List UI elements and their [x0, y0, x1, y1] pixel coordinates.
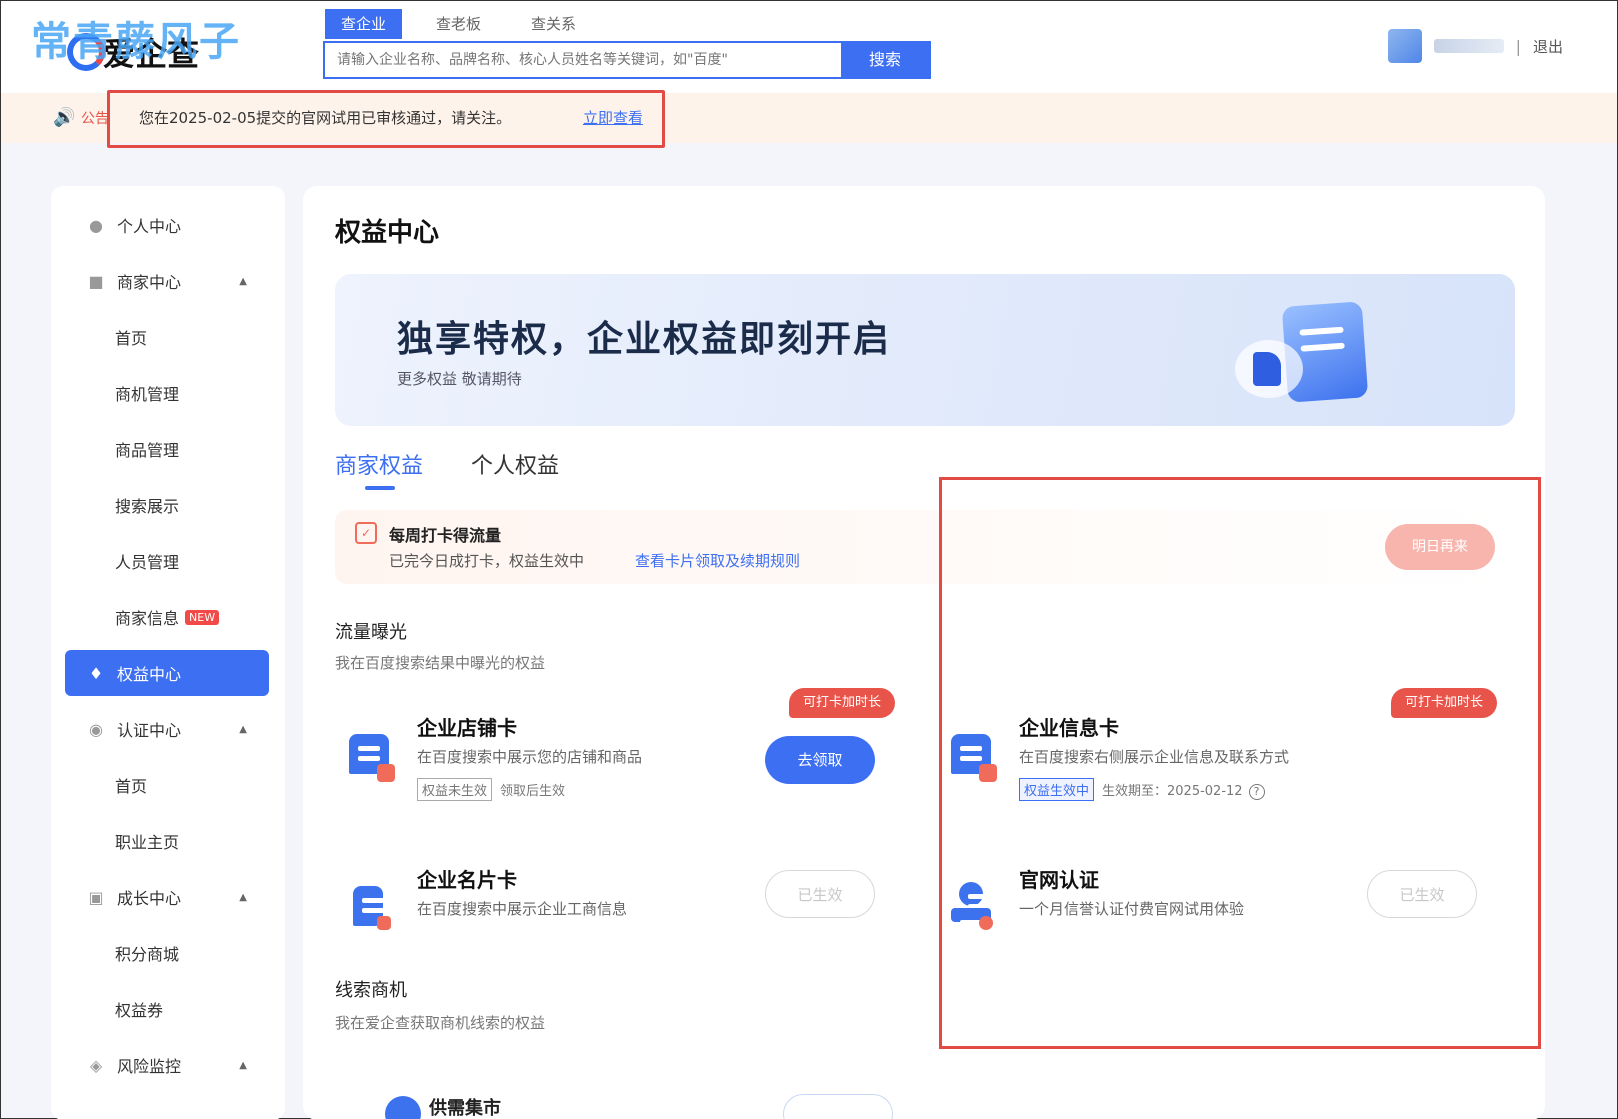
avatar[interactable] — [1387, 29, 1422, 63]
site-logo[interactable]: 爱企查 常青藤风子 — [31, 9, 271, 81]
search-tab-boss[interactable]: 查老板 — [420, 9, 497, 39]
activated-button[interactable]: 已生效 — [765, 870, 875, 918]
user-icon: ● — [89, 215, 103, 235]
checkin-desc: 已完今日成打卡，权益生效中 — [389, 552, 585, 570]
card-title: 企业名片卡 — [417, 868, 517, 892]
notice-text: 您在2025-02-05提交的官网试用已审核通过，请关注。 — [139, 109, 512, 127]
separator: | — [1515, 36, 1521, 56]
search-tab-company[interactable]: 查企业 — [325, 9, 403, 39]
checkin-rules-link[interactable]: 查看卡片领取及续期规则 — [635, 550, 800, 571]
speaker-icon: 🔊 — [53, 107, 76, 128]
store-icon: ■ — [88, 271, 104, 291]
sidebar: ● 个人中心 ■ 商家中心 ▲ 首页 商机管理 商品管理 搜索展示 人员管理 商家信息… — [51, 186, 285, 1119]
benefits-banner: 独享特权，企业权益即刻开启 更多权益 敬请期待 — [335, 274, 1515, 426]
supply-demand-icon — [385, 1096, 421, 1119]
card-status: 权益未生效 领取后生效 — [417, 778, 565, 801]
sidebar-item-cert-center[interactable]: ◉ 认证中心 ▲ — [65, 706, 269, 752]
new-badge: NEW — [185, 609, 220, 625]
card-title: 供需集市 — [429, 1098, 501, 1119]
user-area: | 退出 — [1387, 29, 1563, 63]
benefit-card-business-card: 企业名片卡 在百度搜索中展示企业工商信息 已生效 — [325, 846, 895, 980]
sidebar-item-risk-monitor[interactable]: ◈ 风险监控 ▲ — [65, 1042, 269, 1088]
sidebar-item-leads[interactable]: 商机管理 — [65, 370, 269, 416]
chevron-up-icon: ▲ — [239, 275, 247, 287]
search-input[interactable] — [325, 43, 841, 77]
banner-heading: 独享特权，企业权益即刻开启 — [397, 319, 892, 360]
store-card-icon — [345, 730, 401, 786]
notice-label: 公告 — [81, 111, 109, 127]
partial-card-row: 供需集市 — [335, 1090, 1515, 1119]
card-title: 企业店铺卡 — [417, 716, 517, 740]
partial-card-button[interactable] — [783, 1094, 893, 1119]
section-sub-traffic: 我在百度搜索结果中曝光的权益 — [335, 654, 546, 672]
sidebar-item-personal-center[interactable]: ● 个人中心 — [65, 202, 269, 248]
chevron-up-icon: ▲ — [239, 723, 247, 735]
highlight-box-right-cards — [939, 477, 1541, 1049]
top-header: 爱企查 常青藤风子 查企业 查老板 查关系 搜索 | 退出 — [1, 1, 1617, 93]
chevron-up-icon: ▲ — [239, 891, 247, 903]
checkin-title: 每周打卡得流量 — [389, 526, 502, 545]
search-tabs: 查企业 查老板 查关系 — [325, 9, 610, 39]
search-button[interactable]: 搜索 — [841, 43, 929, 77]
chevron-up-icon: ▲ — [239, 1059, 247, 1071]
search-tab-relation[interactable]: 查关系 — [515, 9, 592, 39]
tab-merchant-benefits[interactable]: 商家权益 — [335, 448, 423, 490]
banner-subtitle: 更多权益 敬请期待 — [397, 370, 522, 388]
business-card-icon — [345, 882, 401, 938]
status-badge: 权益未生效 — [417, 778, 493, 801]
notice-view-link[interactable]: 立即查看 — [583, 107, 643, 128]
search-box: 搜索 — [323, 41, 931, 79]
card-desc: 在百度搜索中展示企业工商信息 — [417, 900, 628, 918]
username-blurred[interactable] — [1433, 39, 1504, 53]
sidebar-item-benefits-center[interactable]: ♦ 权益中心 — [65, 650, 269, 696]
section-sub-leads: 我在爱企查获取商机线索的权益 — [335, 1014, 546, 1032]
benefit-card-store: 企业店铺卡 在百度搜索中展示您的店铺和商品 权益未生效 领取后生效 可打卡加时长 … — [325, 688, 895, 828]
sidebar-item-career-page[interactable]: 职业主页 — [65, 818, 269, 864]
section-title-leads: 线索商机 — [335, 980, 407, 1001]
logout-link[interactable]: 退出 — [1533, 36, 1563, 57]
card-desc: 在百度搜索中展示您的店铺和商品 — [417, 748, 643, 766]
sidebar-item-growth-center[interactable]: ▣ 成长中心 ▲ — [65, 874, 269, 920]
sidebar-item-search-display[interactable]: 搜索展示 — [65, 482, 269, 528]
watermark-text: 常青藤风子 — [31, 19, 241, 65]
sidebar-item-coupons[interactable]: 权益券 — [65, 986, 269, 1032]
sidebar-item-staff[interactable]: 人员管理 — [65, 538, 269, 584]
claim-button[interactable]: 去领取 — [765, 736, 875, 784]
diamond-icon: ♦ — [88, 663, 104, 683]
page: 爱企查 常青藤风子 查企业 查老板 查关系 搜索 | 退出 🔊 公告 您在202… — [0, 0, 1618, 1119]
checkin-extend-ribbon: 可打卡加时长 — [788, 688, 895, 718]
building-illustration-icon — [1235, 340, 1303, 398]
calendar-icon: ✓ — [355, 522, 377, 544]
sidebar-item-home[interactable]: 首页 — [65, 314, 269, 360]
growth-icon: ▣ — [88, 887, 104, 907]
shield-check-icon: ◉ — [89, 719, 103, 739]
page-title: 权益中心 — [335, 218, 440, 248]
sidebar-item-points-mall[interactable]: 积分商城 — [65, 930, 269, 976]
sidebar-item-products[interactable]: 商品管理 — [65, 426, 269, 472]
section-title-traffic: 流量曝光 — [335, 622, 407, 643]
shield-icon: ◈ — [89, 1055, 103, 1075]
benefit-tabs: 商家权益 个人权益 — [335, 448, 559, 490]
sidebar-item-merchant-center[interactable]: ■ 商家中心 ▲ — [65, 258, 269, 304]
sidebar-item-cert-home[interactable]: 首页 — [65, 762, 269, 808]
sidebar-item-merchant-info[interactable]: 商家信息 NEW — [65, 594, 269, 640]
tab-personal-benefits[interactable]: 个人权益 — [471, 448, 559, 490]
